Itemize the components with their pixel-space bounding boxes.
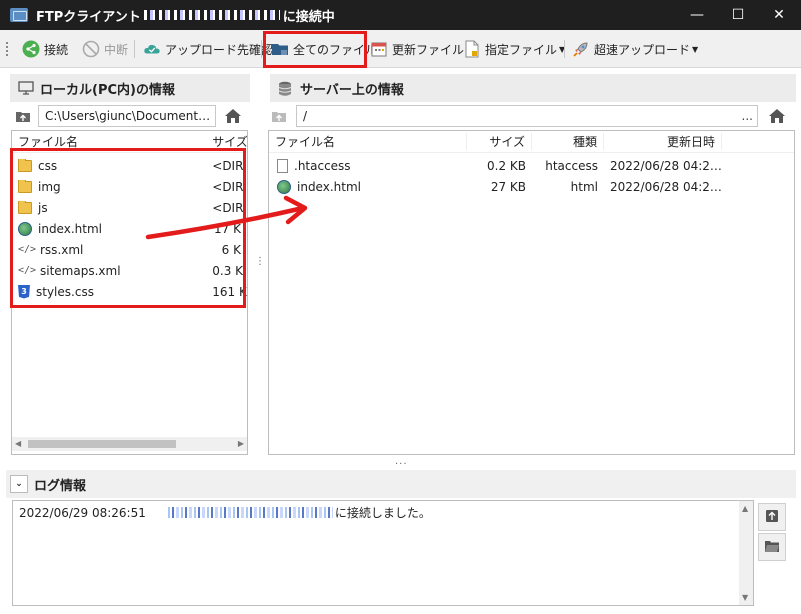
local-path-text: C:\Users\giunc\Document… [45,109,211,123]
rocket-icon [572,40,590,58]
monitor-icon [18,81,34,95]
server-col-size[interactable]: サイズ [467,133,532,150]
scroll-up-icon[interactable]: ▲ [742,504,748,513]
toolbar-grip[interactable] [6,42,8,56]
horizontal-splitter[interactable]: ··· [395,459,408,470]
server-path-bar: / ... [268,103,796,129]
log-panel-title: ログ情報 [34,478,87,494]
vertical-splitter[interactable]: ⋮ [255,257,265,274]
database-icon [278,81,294,96]
server-path-text: / [303,109,308,123]
share-icon [22,40,40,58]
folder-open-icon [764,539,780,556]
window-title: FTPクライアント に接続中 [36,6,335,25]
file-size: 0.2 KB [487,158,526,173]
abort-label: 中断 [104,42,129,57]
toolbar-separator [564,40,565,58]
server-panel-title: サーバー上の情報 [300,82,404,98]
server-file-row[interactable]: .htaccess 0.2 KB htaccess 2022/06/28 04:… [269,155,794,176]
local-panel-header: ローカル(PC内)の情報 [10,74,250,102]
local-path-bar: C:\Users\giunc\Document… ... [12,103,248,129]
log-upload-button[interactable] [758,503,786,531]
fast-upload-label: 超速アップロード [594,42,691,57]
local-path-input[interactable]: C:\Users\giunc\Document… ... [38,105,216,127]
file-date: 2022/06/28 04:2… [610,158,722,173]
server-file-row[interactable]: index.html 27 KB html 2022/06/28 04:2… [269,176,794,197]
file-size: 27 KB [490,179,526,194]
local-home-icon[interactable] [222,105,244,127]
title-suffix: に接続中 [282,9,335,25]
title-prefix: FTPクライアント [36,9,141,25]
title-bar: FTPクライアント に接続中 — ☐ ✕ [0,0,801,30]
connect-label: 接続 [44,42,69,57]
local-panel-title: ローカル(PC内)の情報 [40,82,175,98]
server-up-folder-button[interactable] [268,105,290,127]
html-file-icon [277,179,291,194]
scrollbar-thumb[interactable] [28,440,176,448]
title-redacted-host [143,10,280,20]
calendar-icon [370,40,388,58]
scroll-left-icon[interactable]: ◀ [15,439,21,448]
server-col-name[interactable]: ファイル名 [269,133,467,150]
log-message: に接続しました。 [334,506,431,520]
scroll-down-icon[interactable]: ▼ [742,593,748,602]
document-icon [277,158,288,173]
server-col-date[interactable]: 更新日時 [604,133,722,150]
log-time: 2022/06/29 08:26:51 [19,505,146,520]
file-date: 2022/06/28 04:2… [610,179,722,194]
log-folder-button[interactable] [758,533,786,561]
server-panel-header: サーバー上の情報 [270,74,796,102]
highlight-local-files [10,148,246,308]
updated-files-button[interactable]: 更新ファイル [370,37,464,61]
file-type: htaccess [545,158,598,173]
file-type: html [570,179,598,194]
connect-button[interactable]: 接続 [22,37,68,61]
prohibited-icon [82,40,100,58]
chevron-down-icon: ▼ [692,44,699,54]
minimize-button[interactable]: — [677,0,717,30]
local-up-folder-button[interactable] [12,105,34,127]
collapse-chevron-icon[interactable]: ⌄ [10,475,28,493]
server-path-browse[interactable]: ... [738,109,757,123]
local-path-browse[interactable]: ... [210,109,215,123]
upload-destination-label: アップロード先確認 [165,42,274,57]
log-vertical-scrollbar[interactable]: ▲ ▼ [739,501,753,605]
abort-button[interactable]: 中断 [82,37,128,61]
log-redacted-host [167,507,333,518]
log-panel-header: ⌄ ログ情報 [6,470,796,498]
close-button[interactable]: ✕ [759,0,799,30]
updated-files-label: 更新ファイル [392,42,465,57]
upload-destination-button[interactable]: アップロード先確認 [143,37,273,61]
server-list-header: ファイル名 サイズ 種類 更新日時 [269,131,794,153]
toolbar: 接続 中断 アップロード先確認 全てのファイル 更新ファイル 指定ファイル ▼ [0,30,801,68]
maximize-button[interactable]: ☐ [718,0,758,30]
server-file-list[interactable]: ファイル名 サイズ 種類 更新日時 .htaccess 0.2 KB htacc… [268,130,795,455]
toolbar-separator [261,40,262,58]
log-list[interactable]: 2022/06/29 08:26:51 に接続しました。 ▲ ▼ [12,500,754,606]
upload-icon [765,509,779,526]
specified-files-label: 指定ファイル [485,42,558,57]
document-icon [463,40,481,58]
server-col-type[interactable]: 種類 [532,133,604,150]
file-name: index.html [297,179,361,194]
specified-files-button[interactable]: 指定ファイル ▼ [463,37,565,61]
local-horizontal-scrollbar[interactable]: ◀ ▶ [12,437,247,451]
toolbar-separator [134,40,135,58]
log-entry: 2022/06/29 08:26:51 に接続しました。 [19,504,431,521]
highlight-all-files [263,31,367,68]
scroll-right-icon[interactable]: ▶ [238,439,244,448]
server-path-input[interactable]: / ... [296,105,758,127]
server-home-icon[interactable] [766,105,788,127]
file-name: .htaccess [294,158,351,173]
cloud-check-icon [143,40,161,58]
app-icon [10,8,28,22]
fast-upload-button[interactable]: 超速アップロード ▼ [572,37,698,61]
